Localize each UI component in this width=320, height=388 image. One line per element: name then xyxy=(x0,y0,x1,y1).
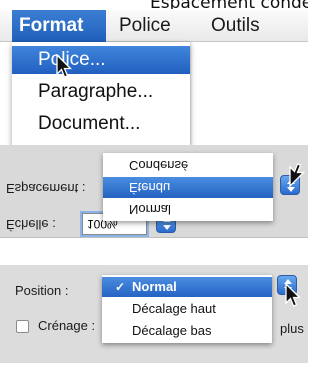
menu-item-document[interactable]: Document... xyxy=(12,110,190,138)
option-normal[interactable]: ✓ Normal xyxy=(102,277,272,297)
menu-item-paragraphe[interactable]: Paragraphe... xyxy=(12,78,190,106)
option-decalage-bas[interactable]: Décalage bas xyxy=(102,321,272,341)
position-popup-button[interactable] xyxy=(277,275,297,295)
kerning-checkbox[interactable] xyxy=(16,320,29,333)
option-decalage-haut[interactable]: Décalage haut xyxy=(102,299,272,319)
menu-format[interactable]: Format xyxy=(12,10,106,42)
espacement-popup: Condensé Étendu Normal xyxy=(103,153,273,221)
arrow-down-icon xyxy=(287,187,295,192)
espacement-popup-button[interactable] xyxy=(280,175,300,195)
espacement-label: Espacement : xyxy=(6,181,86,196)
menu-outils[interactable]: Outils xyxy=(204,10,267,42)
top-caption: Espacement condensé xyxy=(150,0,308,9)
option-etendu[interactable]: Étendu xyxy=(103,177,273,198)
menu-police[interactable]: Police xyxy=(112,10,178,42)
position-popup: ✓ Normal Décalage haut Décalage bas xyxy=(102,275,272,343)
arrow-up-icon xyxy=(284,279,292,284)
option-condense-label: Condensé xyxy=(129,158,189,173)
option-normal[interactable]: Normal xyxy=(103,199,273,220)
espacement-panel: Espacement : Échelle : 100% Condensé Éte… xyxy=(0,145,308,237)
position-panel: Position : Crénage : plus ✓ Normal Décal… xyxy=(0,265,308,363)
position-label: Position : xyxy=(15,283,69,298)
option-etendu-label: Étendu xyxy=(129,180,171,195)
checkmark-icon: ✓ xyxy=(115,280,126,294)
trailing-text: plus xyxy=(280,321,304,336)
divider xyxy=(0,237,308,238)
option-normal-label: Normal xyxy=(129,202,171,217)
option-normal-label: Normal xyxy=(132,279,177,294)
menu-item-police[interactable]: Police... xyxy=(12,46,190,74)
option-condense[interactable]: Condensé xyxy=(103,155,273,176)
echelle-label: Échelle : xyxy=(6,217,56,232)
arrow-down-icon xyxy=(284,287,292,292)
kerning-label: Crénage : xyxy=(38,318,96,333)
arrow-down-icon xyxy=(163,225,171,230)
menubar: Format Police Outils xyxy=(0,10,308,42)
format-dropdown: Police... Paragraphe... Document... xyxy=(12,42,190,146)
arrow-up-icon xyxy=(287,179,295,184)
